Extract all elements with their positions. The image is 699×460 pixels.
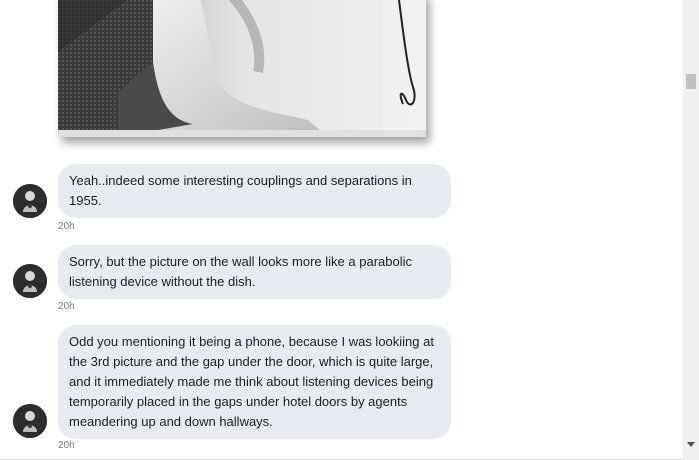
user-avatar-icon[interactable]: [13, 184, 47, 218]
message-timestamp[interactable]: 20h: [58, 440, 75, 451]
user-avatar-icon[interactable]: [13, 404, 47, 438]
message-text: Yeah..indeed some interesting couplings …: [69, 173, 412, 208]
scroll-down-arrow-icon[interactable]: [687, 442, 695, 447]
message-bubble: Odd you mentioning it being a phone, bec…: [58, 325, 451, 439]
photo-image: [58, 0, 426, 137]
shared-photo[interactable]: [58, 0, 426, 137]
user-avatar-icon[interactable]: [13, 264, 47, 298]
message-text: Odd you mentioning it being a phone, bec…: [69, 334, 434, 429]
vertical-scrollbar[interactable]: [683, 0, 699, 460]
message-bubble: Sorry, but the picture on the wall looks…: [58, 245, 451, 299]
message-text: Sorry, but the picture on the wall looks…: [69, 254, 412, 289]
message-timestamp[interactable]: 20h: [58, 301, 75, 312]
scrollbar-thumb[interactable]: [686, 74, 696, 89]
message-bubble: Yeah..indeed some interesting couplings …: [58, 164, 451, 218]
comment-thread: Yeah..indeed some interesting couplings …: [0, 0, 683, 460]
message-timestamp[interactable]: 20h: [58, 221, 75, 232]
